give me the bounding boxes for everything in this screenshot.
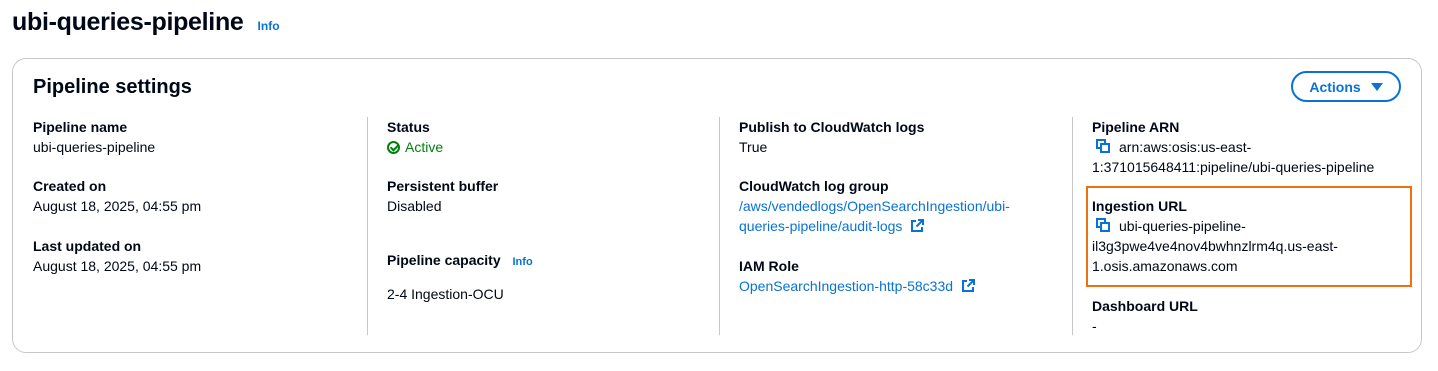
field-pipeline-arn: Pipeline ARN arn:aws:osis:us-east- 1:371… xyxy=(1092,117,1412,177)
iam-role-link[interactable]: OpenSearchIngestion-http-58c33d xyxy=(739,276,1059,296)
external-link-icon xyxy=(961,279,975,292)
field-created-on: Created on August 18, 2025, 04:55 pm xyxy=(33,176,353,216)
created-on-value: August 18, 2025, 04:55 pm xyxy=(33,198,202,214)
column-divider xyxy=(1072,117,1073,335)
copy-icon[interactable] xyxy=(1096,139,1111,154)
capacity-label-row: Pipeline capacity Info xyxy=(387,250,707,272)
iam-label: IAM Role xyxy=(739,258,799,274)
page-header: ubi-queries-pipeline Info xyxy=(12,8,280,37)
info-link[interactable]: Info xyxy=(258,19,280,33)
arn-line1-row: arn:aws:osis:us-east- xyxy=(1092,137,1412,157)
pipeline-settings-container: Pipeline settings Actions Pipeline name … xyxy=(12,58,1422,353)
publish-label: Publish to CloudWatch logs xyxy=(739,119,925,135)
column-divider xyxy=(719,117,720,335)
pipeline-name-label: Pipeline name xyxy=(33,119,128,135)
dashboard-label: Dashboard URL xyxy=(1092,298,1198,314)
capacity-value: 2-4 Ingestion-OCU xyxy=(387,286,504,302)
field-capacity-value: 2-4 Ingestion-OCU xyxy=(387,284,707,304)
log-group-link[interactable]: /aws/vendedlogs/OpenSearchIngestion/ubi-… xyxy=(739,196,1059,236)
field-persistent-buffer: Persistent buffer Disabled xyxy=(387,176,707,216)
log-group-line1: /aws/vendedlogs/OpenSearchIngestion/ubi- xyxy=(739,198,1010,214)
field-dashboard-url: Dashboard URL - xyxy=(1092,296,1412,336)
arn-value: arn:aws:osis:us-east- 1:371015648411:pip… xyxy=(1092,137,1412,177)
last-updated-value: August 18, 2025, 04:55 pm xyxy=(33,258,202,274)
external-link-icon xyxy=(911,219,925,232)
created-on-label: Created on xyxy=(33,178,107,194)
pipeline-name-value: ubi-queries-pipeline xyxy=(33,139,156,155)
ingestion-url-highlight xyxy=(1086,186,1412,287)
arn-label: Pipeline ARN xyxy=(1092,119,1180,135)
log-group-line2: queries-pipeline/audit-logs xyxy=(739,218,903,234)
field-pipeline-capacity: Pipeline capacity Info xyxy=(387,250,707,272)
column-divider xyxy=(367,117,368,335)
field-publish-logs: Publish to CloudWatch logs True xyxy=(739,117,1059,157)
status-value: Active xyxy=(405,139,444,155)
buffer-label: Persistent buffer xyxy=(387,178,499,194)
capacity-label: Pipeline capacity xyxy=(387,252,501,268)
last-updated-label: Last updated on xyxy=(33,238,142,254)
iam-value: OpenSearchIngestion-http-58c33d xyxy=(739,278,954,294)
page-title: ubi-queries-pipeline xyxy=(12,8,244,36)
field-status: Status Active xyxy=(387,117,707,157)
container-title: Pipeline settings xyxy=(33,76,192,98)
field-log-group: CloudWatch log group /aws/vendedlogs/Ope… xyxy=(739,176,1059,236)
check-circle-icon xyxy=(387,140,400,154)
status-label: Status xyxy=(387,119,430,135)
status-badge: Active xyxy=(387,137,707,157)
actions-button-label: Actions xyxy=(1309,78,1361,95)
arn-line1: arn:aws:osis:us-east- xyxy=(1119,139,1252,155)
actions-button[interactable]: Actions xyxy=(1291,71,1401,102)
publish-value: True xyxy=(739,139,768,155)
buffer-value: Disabled xyxy=(387,198,442,214)
caret-down-icon xyxy=(1370,82,1383,91)
log-group-line2-row: queries-pipeline/audit-logs xyxy=(739,216,1059,236)
field-iam-role: IAM Role OpenSearchIngestion-http-58c33d xyxy=(739,256,1059,296)
arn-line2: 1:371015648411:pipeline/ubi-queries-pipe… xyxy=(1092,159,1375,175)
capacity-info-link[interactable]: Info xyxy=(513,256,533,268)
log-group-label: CloudWatch log group xyxy=(739,178,889,194)
field-pipeline-name: Pipeline name ubi-queries-pipeline xyxy=(33,117,353,157)
dashboard-value: - xyxy=(1092,318,1097,334)
field-last-updated: Last updated on August 18, 2025, 04:55 p… xyxy=(33,236,353,276)
